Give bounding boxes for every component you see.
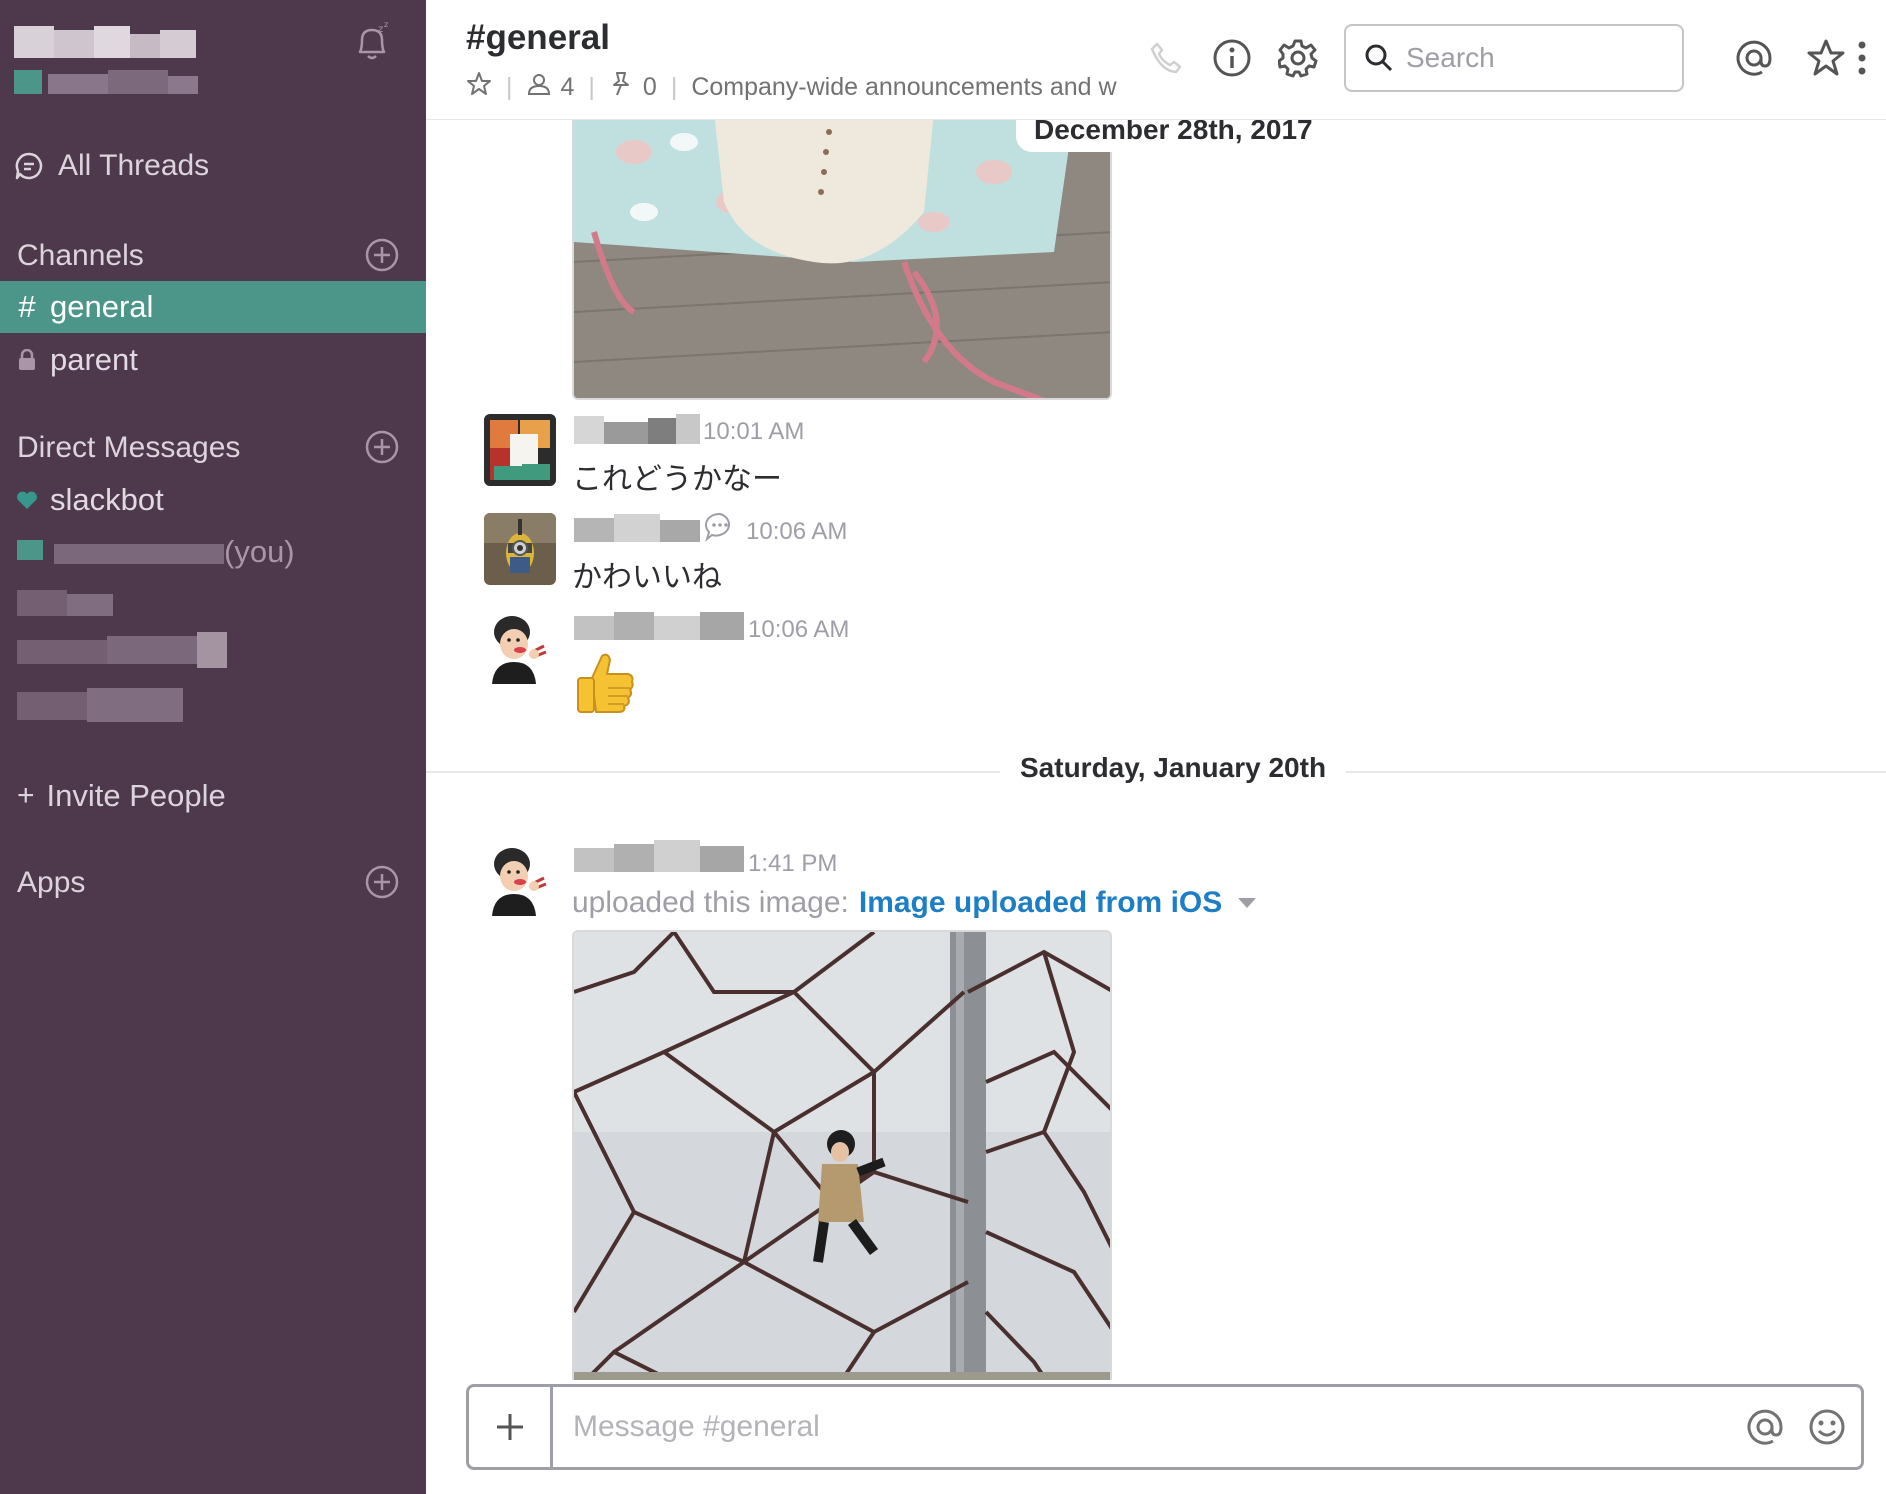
channel-meta: | 4 | 0 | Company-wide announcements and…: [466, 70, 1151, 104]
add-dm-icon[interactable]: [364, 429, 400, 465]
star-channel-icon[interactable]: [466, 71, 492, 104]
message-pane: December 28th, 2017 10:01 AM これどうかなー 10:…: [426, 120, 1886, 1380]
sender-name[interactable]: [574, 608, 744, 644]
channel-header: #general | 4 | 0 | Company-wide announce…: [426, 0, 1886, 120]
avatar[interactable]: [484, 414, 556, 486]
invite-people-link[interactable]: + Invite People: [17, 776, 226, 816]
hash-icon: #: [18, 289, 36, 324]
attach-plus-icon[interactable]: [469, 1387, 553, 1467]
pin-icon[interactable]: [609, 71, 633, 104]
separator: |: [670, 72, 678, 101]
add-channel-icon[interactable]: [364, 237, 400, 273]
channel-parent[interactable]: parent: [0, 334, 426, 386]
channel-title[interactable]: #general: [466, 18, 610, 58]
channel-purpose[interactable]: Company-wide announcements and w: [691, 73, 1151, 102]
pinned-count[interactable]: 0: [643, 73, 657, 102]
timestamp[interactable]: 10:01 AM: [703, 418, 804, 446]
invite-label: Invite People: [46, 778, 226, 813]
heart-icon: [0, 490, 50, 510]
gear-icon[interactable]: [1276, 36, 1320, 80]
redacted-name: [54, 544, 224, 564]
all-threads-label: All Threads: [58, 149, 210, 182]
message-text: これどうかなー: [572, 463, 782, 496]
message-input[interactable]: [553, 1388, 1737, 1466]
dm-redacted[interactable]: [17, 632, 227, 668]
search-box[interactable]: [1344, 24, 1684, 92]
workspace-name[interactable]: [14, 26, 210, 58]
message-composer: [466, 1384, 1864, 1470]
sender-name[interactable]: [574, 510, 700, 546]
at-icon[interactable]: [1732, 36, 1776, 80]
uploaded-image[interactable]: [572, 930, 1112, 1380]
dm-redacted[interactable]: [17, 686, 183, 722]
svg-text:z: z: [378, 24, 383, 35]
timestamp[interactable]: 10:06 AM: [746, 518, 847, 546]
current-user-name[interactable]: [14, 70, 198, 94]
avatar[interactable]: [484, 513, 556, 585]
presence-dot: [17, 540, 43, 560]
apps-heading[interactable]: Apps: [17, 863, 85, 903]
dm-slackbot[interactable]: slackbot: [0, 474, 426, 526]
upload-prefix: uploaded this image:: [572, 886, 849, 919]
member-count[interactable]: 4: [561, 73, 575, 102]
sidebar: z z All Threads Channels # general paren…: [0, 0, 426, 1494]
info-icon[interactable]: [1210, 36, 1254, 80]
timestamp[interactable]: 1:41 PM: [748, 850, 837, 878]
day-divider-label: December 28th, 2017: [1016, 120, 1331, 152]
mention-icon[interactable]: [1737, 1399, 1793, 1455]
dm-label: slackbot: [50, 482, 164, 517]
day-divider-label: Saturday, January 20th: [1000, 752, 1347, 784]
upload-line: uploaded this image: Image uploaded from…: [572, 886, 1257, 920]
image-title-link[interactable]: Image uploaded from iOS: [859, 886, 1222, 920]
search-icon: [1365, 44, 1393, 72]
add-app-icon[interactable]: [364, 864, 400, 900]
message-text: かわいいね: [572, 561, 722, 594]
sender-name[interactable]: [574, 412, 700, 448]
chevron-down-icon[interactable]: [1238, 898, 1257, 908]
you-label: (you): [224, 534, 295, 569]
separator: |: [506, 72, 513, 101]
dm-redacted[interactable]: [17, 586, 113, 622]
sender-name[interactable]: [574, 840, 744, 876]
phone-icon[interactable]: [1144, 36, 1188, 80]
channels-heading[interactable]: Channels: [17, 236, 144, 276]
svg-text:z: z: [384, 20, 388, 29]
direct-messages-heading[interactable]: Direct Messages: [17, 428, 240, 468]
avatar[interactable]: [484, 612, 556, 684]
members-icon[interactable]: [527, 72, 551, 103]
avatar[interactable]: [484, 844, 556, 916]
uploaded-image[interactable]: [572, 120, 1112, 400]
emoji-icon[interactable]: [1799, 1399, 1855, 1455]
all-threads-link[interactable]: All Threads: [14, 146, 209, 186]
dm-self[interactable]: (you): [0, 526, 426, 578]
threads-icon: [15, 152, 43, 180]
plus-icon: +: [17, 779, 35, 812]
do-not-disturb-icon[interactable]: z z: [352, 20, 392, 64]
thumbs-up-emoji: [574, 650, 636, 716]
channel-label: general: [50, 289, 154, 324]
more-vertical-icon[interactable]: [1842, 36, 1882, 80]
channel-label: parent: [50, 342, 138, 377]
lock-icon: [0, 349, 50, 371]
search-input[interactable]: [1406, 42, 1646, 74]
timestamp[interactable]: 10:06 AM: [748, 616, 849, 644]
channel-general[interactable]: # general: [0, 281, 426, 333]
thread-reply-icon[interactable]: [704, 512, 736, 547]
separator: |: [588, 72, 595, 101]
